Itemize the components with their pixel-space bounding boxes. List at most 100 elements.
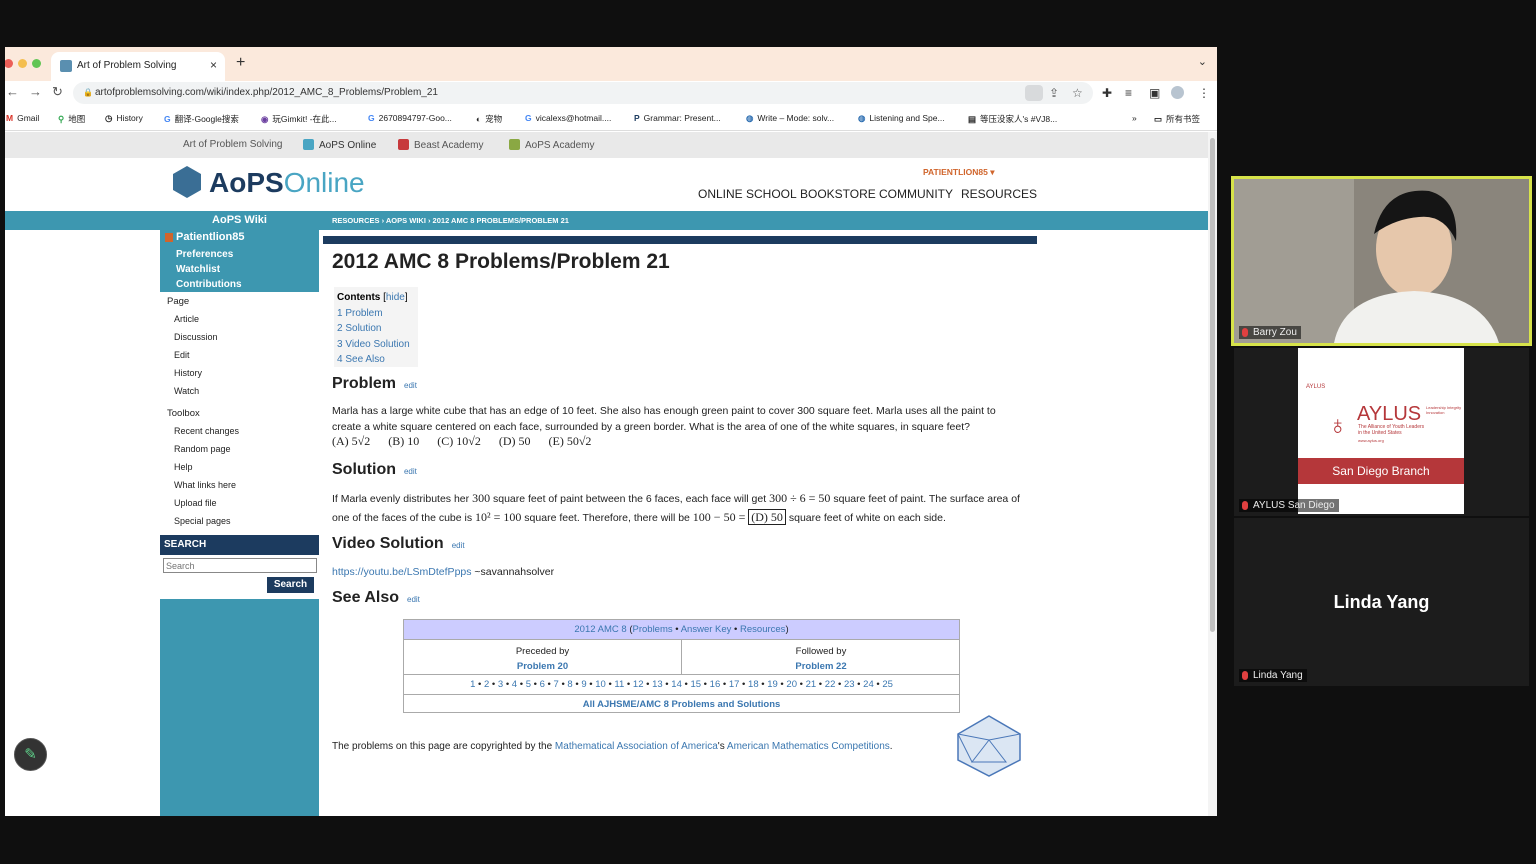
extensions-icon[interactable]: ✚ (1102, 86, 1112, 100)
address-bar[interactable]: 🔒 artofproblemsolving.com/wiki/index.php… (73, 82, 1093, 104)
share-icon[interactable]: ⇪ (1049, 86, 1059, 100)
nav-resources-link[interactable]: Resources (740, 624, 785, 635)
toc-hide-link[interactable]: hide (386, 292, 405, 303)
scrollbar-thumb[interactable] (1210, 138, 1215, 632)
aops-online-logo[interactable]: AoPSOnline (173, 166, 365, 199)
nav-problems-link[interactable]: Problems (633, 624, 673, 635)
breadcrumb[interactable]: RESOURCES › AOPS WIKI › 2012 AMC 8 PROBL… (332, 216, 569, 225)
problem-number-link[interactable]: 25 (882, 679, 893, 690)
sidebar-item-watch[interactable]: Watch (174, 386, 199, 396)
site-link-aops-online[interactable]: AoPS Online (303, 139, 376, 151)
tab-search-icon[interactable]: ⌄ (1198, 55, 1207, 68)
bookmark-pets[interactable]: ◐ 宠物 (476, 113, 502, 125)
nav-resources[interactable]: RESOURCES (961, 187, 1037, 201)
nav-next-problem-link[interactable]: Problem 22 (795, 661, 846, 672)
search-button[interactable]: Search (267, 577, 314, 593)
sidebar-item-random-page[interactable]: Random page (174, 444, 231, 454)
problem-number-link[interactable]: 3 (498, 679, 503, 690)
reading-list-icon[interactable]: ≡ (1125, 86, 1132, 100)
sidebar-item-edit[interactable]: Edit (174, 350, 190, 360)
video-tile-linda[interactable]: Linda Yang Linda Yang (1234, 518, 1529, 686)
nav-community[interactable]: COMMUNITY (879, 187, 953, 201)
page-scrollbar[interactable] (1208, 132, 1217, 816)
problem-number-link[interactable]: 5 (526, 679, 531, 690)
sidebar-item-special-pages[interactable]: Special pages (174, 516, 231, 526)
problem-number-link[interactable]: 16 (710, 679, 721, 690)
video-tile-aylus[interactable]: AYLUS ♁ AYLUS Leadership Integrity Innov… (1234, 348, 1529, 516)
more-bookmarks-icon[interactable]: » (1132, 113, 1137, 123)
menu-icon[interactable]: ⋮ (1198, 86, 1210, 100)
bookmark-listening[interactable]: ◍ Listening and Spe... (858, 113, 945, 124)
problem-number-link[interactable]: 14 (671, 679, 682, 690)
bookmark-hotmail[interactable]: Gvicalexs@hotmail.... (525, 113, 611, 123)
sidebar-item-article[interactable]: Article (174, 314, 199, 324)
bookmark-google-translate[interactable]: G 翻译-Google搜索 (164, 113, 239, 125)
back-icon[interactable]: ← (6, 84, 19, 99)
problem-number-link[interactable]: 7 (554, 679, 559, 690)
toc-item-problem[interactable]: 1 Problem (337, 306, 418, 322)
reload-icon[interactable]: ↻ (52, 84, 63, 100)
problem-number-link[interactable]: 11 (614, 679, 624, 690)
bookmark-history[interactable]: ◷ History (105, 113, 143, 124)
bookmark-write[interactable]: ◍ Write – Mode: solv... (746, 113, 834, 124)
tab-close-icon[interactable]: × (210, 58, 217, 72)
bookmark-grammar[interactable]: P Grammar: Present... (634, 113, 721, 123)
forward-icon[interactable]: → (29, 84, 42, 99)
problem-number-link[interactable]: 4 (512, 679, 517, 690)
problem-number-link[interactable]: 1 (470, 679, 475, 690)
nav-online-school[interactable]: ONLINE SCHOOL (698, 187, 797, 201)
problem-number-link[interactable]: 19 (767, 679, 778, 690)
sidebar-item-help[interactable]: Help (174, 462, 193, 472)
sidebar-item-upload-file[interactable]: Upload file (174, 498, 217, 508)
browser-tab[interactable]: Art of Problem Solving × (51, 52, 225, 81)
sidebar-watchlist[interactable]: Watchlist (176, 264, 220, 275)
problem-number-link[interactable]: 17 (729, 679, 740, 690)
problem-number-link[interactable]: 23 (844, 679, 855, 690)
toc-item-video-solution[interactable]: 3 Video Solution (337, 337, 418, 353)
video-link[interactable]: https://youtu.be/LSmDtefPpps (332, 566, 472, 578)
minimize-window-dot[interactable] (18, 59, 27, 68)
problem-number-link[interactable]: 20 (786, 679, 797, 690)
toc-item-solution[interactable]: 2 Solution (337, 321, 418, 337)
edit-solution-link[interactable]: edit (404, 467, 417, 476)
user-menu[interactable]: PATIENTLION85 ▾ (923, 167, 995, 178)
edit-video-link[interactable]: edit (452, 541, 465, 550)
side-panel-icon[interactable]: ▣ (1149, 86, 1160, 100)
edit-problem-link[interactable]: edit (404, 381, 417, 390)
nav-all-problems-link[interactable]: All AJHSME/AMC 8 Problems and Solutions (583, 699, 781, 710)
profile-avatar[interactable] (1171, 86, 1184, 99)
nav-bookstore[interactable]: BOOKSTORE (800, 187, 876, 201)
bookmark-google-doc[interactable]: G 2670894797-Goo... (368, 113, 452, 123)
site-link-aops-academy[interactable]: AoPS Academy (509, 139, 594, 151)
bookmark-star-icon[interactable]: ☆ (1072, 86, 1083, 100)
problem-number-link[interactable]: 9 (581, 679, 586, 690)
sidebar-item-recent-changes[interactable]: Recent changes (174, 426, 239, 436)
sidebar-contributions[interactable]: Contributions (176, 279, 242, 290)
problem-number-link[interactable]: 6 (540, 679, 545, 690)
bookmark-maps[interactable]: ⚲ 地图 (58, 113, 85, 125)
sidebar-username[interactable]: Patientlion85 (176, 231, 244, 243)
problem-number-link[interactable]: 18 (748, 679, 759, 690)
problem-number-link[interactable]: 22 (825, 679, 836, 690)
close-window-dot[interactable] (5, 59, 13, 68)
search-input[interactable] (163, 558, 317, 573)
problem-number-link[interactable]: 15 (690, 679, 701, 690)
wiki-title[interactable]: AoPS Wiki (160, 211, 319, 230)
bookmark-vj8[interactable]: ▤ 等压没家人's #VJ8... (968, 113, 1057, 125)
amc-link[interactable]: American Mathematics Competitions (727, 741, 890, 752)
problem-number-link[interactable]: 13 (652, 679, 663, 690)
annotate-pencil-button[interactable]: ✎ (14, 738, 47, 771)
problem-number-link[interactable]: 12 (633, 679, 644, 690)
maximize-window-dot[interactable] (32, 59, 41, 68)
maa-link[interactable]: Mathematical Association of America (555, 741, 718, 752)
toc-item-see-also[interactable]: 4 See Also (337, 352, 418, 368)
sidebar-item-history[interactable]: History (174, 368, 202, 378)
bookmark-gmail[interactable]: M Gmail (6, 113, 39, 123)
problem-number-link[interactable]: 24 (863, 679, 874, 690)
site-link-aops[interactable]: Art of Problem Solving (183, 139, 283, 150)
new-tab-icon[interactable]: + (236, 54, 245, 72)
problem-number-link[interactable]: 2 (484, 679, 489, 690)
nav-answer-key-link[interactable]: Answer Key (681, 624, 732, 635)
nav-prev-problem-link[interactable]: Problem 20 (517, 661, 568, 672)
site-link-beast-academy[interactable]: Beast Academy (398, 139, 483, 151)
